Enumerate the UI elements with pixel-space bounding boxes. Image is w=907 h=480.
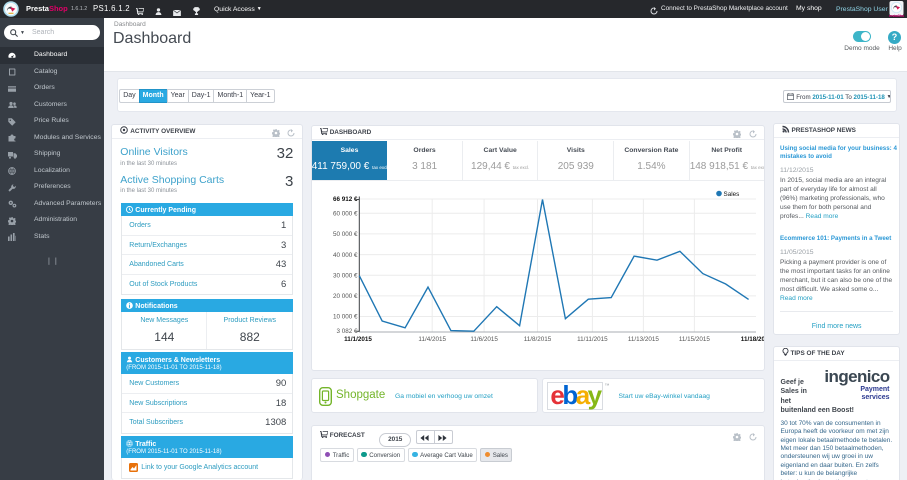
svg-text:3 082 €: 3 082 € — [336, 328, 358, 335]
svg-text:20 000 €: 20 000 € — [333, 293, 358, 300]
svg-text:11/15/2015: 11/15/2015 — [679, 336, 711, 343]
svg-text:11/11/2015: 11/11/2015 — [577, 336, 608, 343]
svg-text:11/6/2015: 11/6/2015 — [470, 336, 498, 343]
svg-text:PrestaShop: PrestaShop — [889, 14, 904, 17]
svg-text:40 000 €: 40 000 € — [333, 252, 358, 259]
svg-text:11/1/2015: 11/1/2015 — [344, 336, 372, 343]
svg-text:11/4/2015: 11/4/2015 — [418, 336, 446, 343]
svg-text:10 000 €: 10 000 € — [333, 314, 358, 321]
svg-text:30 000 €: 30 000 € — [333, 272, 358, 279]
svg-text:11/13/2015: 11/13/2015 — [628, 336, 660, 343]
svg-text:11/8/2015: 11/8/2015 — [523, 336, 551, 343]
svg-text:Sales: Sales — [723, 191, 739, 198]
svg-text:66 912 €: 66 912 € — [333, 196, 358, 203]
svg-text:50 000 €: 50 000 € — [333, 231, 358, 238]
svg-text:60 000 €: 60 000 € — [333, 211, 358, 218]
svg-text:11/18/2015: 11/18/2015 — [740, 336, 763, 343]
